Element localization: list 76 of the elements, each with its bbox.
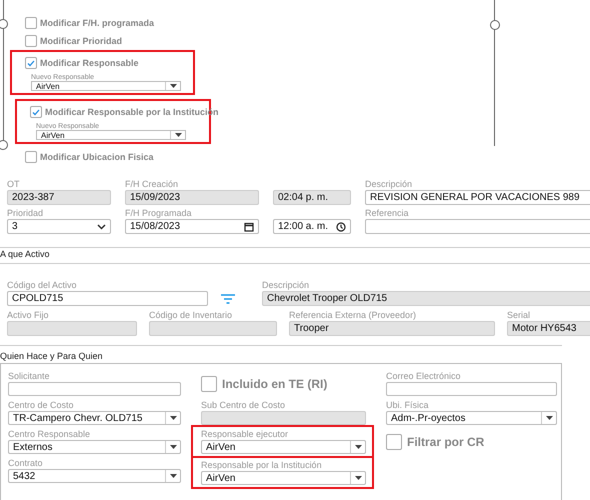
readonly-field: Chevrolet Trooper OLD715	[262, 291, 590, 306]
checkbox-label: Modificar Responsable	[40, 58, 139, 68]
field-label: Código del Activo	[7, 280, 77, 290]
dropdown[interactable]: AirVen	[31, 81, 181, 91]
dropdown[interactable]: AirVen	[36, 130, 186, 140]
checkbox-label: Modificar Prioridad	[40, 36, 122, 46]
handle-icon[interactable]	[0, 19, 8, 29]
caret-icon	[174, 133, 182, 137]
time-field[interactable]: 12:00 a. m.	[273, 219, 351, 234]
dropdown[interactable]: Adm-.Pr-oyectos	[386, 411, 557, 425]
checkmark-icon	[27, 60, 35, 66]
dropdown[interactable]: 3	[7, 219, 111, 234]
field-label: Responsable ejecutor	[201, 429, 288, 439]
checkbox[interactable]	[25, 57, 37, 69]
section-title: Quien Hace y Para Quien	[0, 350, 104, 363]
field-label: Responsable por la Institución	[201, 460, 322, 470]
input-field[interactable]: CPOLD715	[7, 291, 208, 306]
field-label: Activo Fijo	[7, 310, 49, 320]
dropdown[interactable]: AirVen	[201, 471, 366, 485]
field-label: Centro Responsable	[8, 429, 90, 439]
clock-icon	[336, 222, 346, 232]
filter-button[interactable]	[220, 292, 236, 306]
readonly-field: Motor HY6543	[507, 321, 590, 336]
caret-icon	[354, 445, 362, 449]
caret-icon	[170, 445, 176, 449]
readonly-field: 02:04 p. m.	[273, 190, 351, 205]
checkmark-icon	[32, 108, 40, 116]
field-label: Solicitante	[8, 371, 50, 381]
dropdown[interactable]: AirVen	[201, 440, 366, 454]
input-field[interactable]	[386, 382, 557, 396]
caret-icon	[170, 84, 176, 88]
readonly-field: 15/09/2023	[125, 190, 259, 205]
field-label: Serial	[507, 310, 530, 320]
filter-icon	[221, 294, 235, 304]
checkbox[interactable]	[30, 106, 42, 118]
readonly-field: Trooper	[289, 321, 495, 336]
date-field[interactable]: 15/08/2023	[125, 219, 259, 234]
section-title: A que Activo	[0, 248, 590, 264]
field-label: Correo Electrónico	[386, 371, 461, 381]
caret-icon	[354, 476, 362, 480]
field-label: Sub Centro de Costo	[201, 400, 286, 410]
caret-icon	[170, 474, 176, 478]
field-label: Referencia	[365, 208, 409, 218]
input-field[interactable]: REVISION GENERAL POR VACACIONES 989	[365, 190, 590, 205]
field-label: Referencia Externa (Proveedor)	[289, 310, 416, 320]
chevron-down-icon	[97, 224, 106, 230]
checkbox-label: Modificar Ubicacion Fisica	[40, 152, 154, 162]
checkbox[interactable]	[25, 151, 37, 163]
field-label: Prioridad	[7, 208, 44, 218]
readonly-field: 2023-387	[7, 190, 111, 205]
field-label: Descripción	[262, 280, 310, 290]
input-field[interactable]	[8, 382, 181, 396]
checkbox-label: Modificar F/H. programada	[40, 18, 154, 28]
field-label: F/H Programada	[125, 208, 192, 218]
checkbox-label: Filtrar por CR	[407, 434, 484, 448]
handle-icon[interactable]	[490, 20, 500, 30]
caret-icon	[170, 416, 176, 420]
dropdown[interactable]: TR-Campero Chevr. OLD715	[8, 411, 181, 425]
field-label: F/H Creación	[125, 179, 178, 189]
field-label: Ubi. Física	[386, 400, 429, 410]
checkbox-label: Incluido en TE (RI)	[222, 376, 328, 390]
handle-icon[interactable]	[0, 140, 8, 150]
calendar-icon	[244, 222, 254, 232]
caret-icon	[546, 416, 552, 420]
field-label: Centro de Costo	[8, 400, 74, 410]
dropdown[interactable]: 5432	[8, 469, 181, 483]
dropdown[interactable]: Externos	[8, 440, 181, 454]
field-label: Descripción	[365, 179, 412, 189]
field-label: Contrato	[8, 458, 43, 468]
input-field[interactable]	[365, 219, 590, 234]
checkbox[interactable]	[25, 35, 37, 47]
checkbox[interactable]	[201, 376, 217, 392]
checkbox[interactable]	[25, 17, 37, 29]
field-label: OT	[7, 179, 20, 189]
checkbox[interactable]	[386, 434, 402, 450]
field-label: Código de Inventario	[149, 310, 232, 320]
